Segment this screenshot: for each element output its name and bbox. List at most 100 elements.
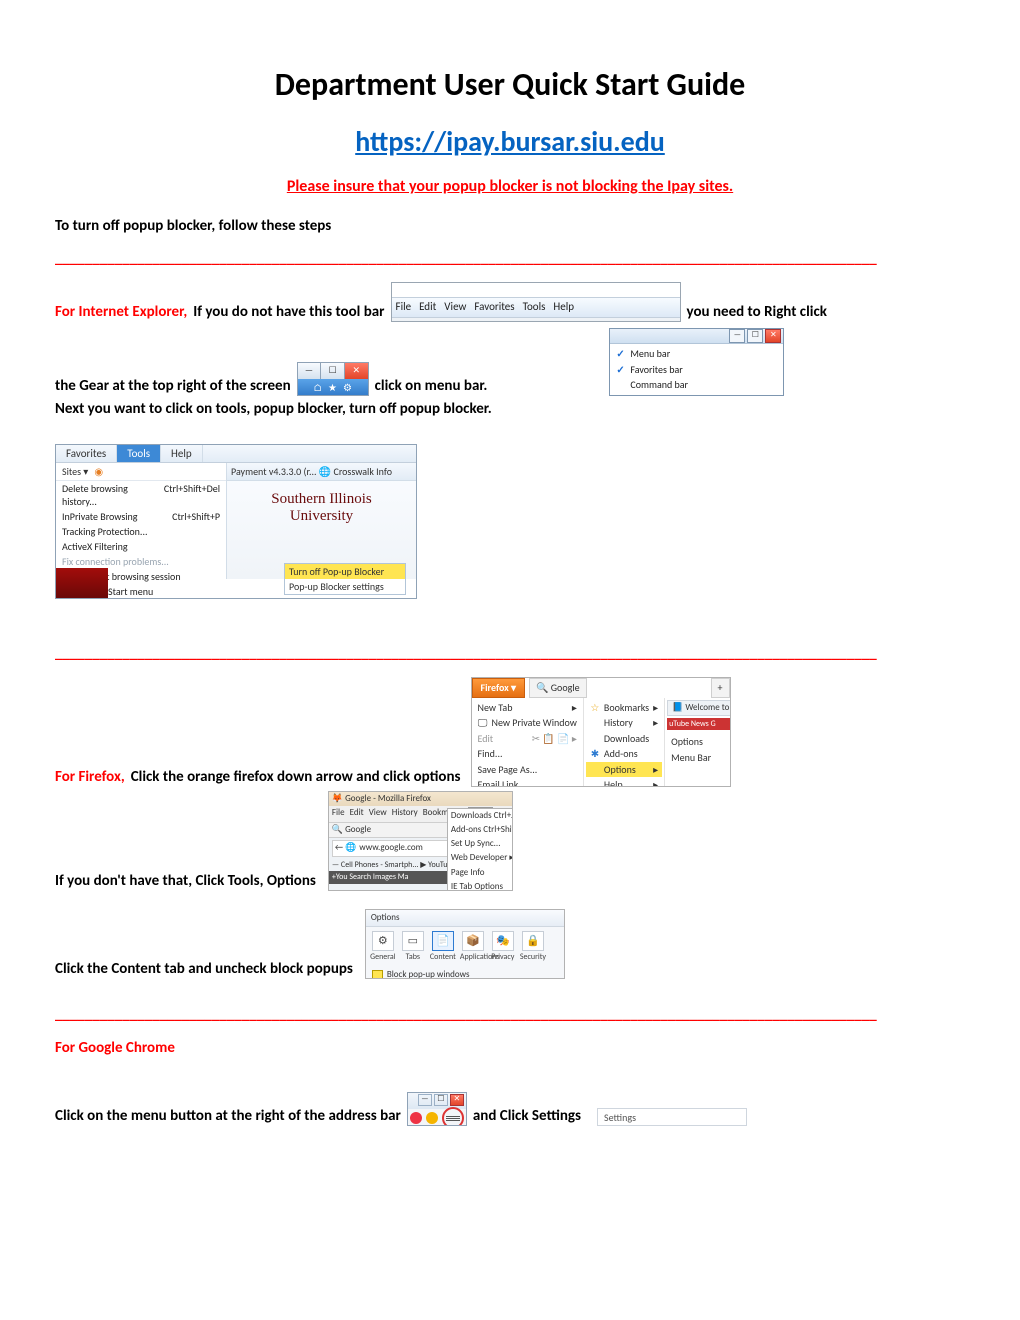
star-icon[interactable]: ★ <box>328 381 337 395</box>
ie-menu-favorites[interactable]: Favorites <box>474 300 514 315</box>
firefox-options-screenshot: Options ⚙General ▭Tabs 📄Content 📦Applica… <box>365 909 565 979</box>
ff-history[interactable]: History▸ <box>586 715 662 731</box>
ff-label: For Firefox, <box>55 767 125 787</box>
close-icon[interactable]: ✕ <box>345 363 368 379</box>
ie-context-menu-screenshot: — ☐ ✕ ✓Menu bar ✓Favorites bar Command b… <box>609 328 784 396</box>
ff-email-link[interactable]: Email Link... <box>474 777 581 787</box>
ie-window-controls-screenshot: — ☐ ✕ ⌂ ★ ⚙ <box>297 362 369 396</box>
close-icon[interactable]: ✕ <box>765 329 781 343</box>
ff-tab-security[interactable]: 🔒Security <box>520 931 546 963</box>
ie-text-3: Next you want to click on tools, popup b… <box>55 399 965 419</box>
ff-help[interactable]: Help▸ <box>586 777 662 787</box>
firefox-tab-google[interactable]: 🔍 Google <box>529 678 587 698</box>
ff-options-side[interactable]: Options <box>667 734 730 750</box>
chrome-menu-screenshot: — ☐ ✕ <box>407 1092 467 1126</box>
turn-off-popup[interactable]: Turn off Pop-up Blocker <box>285 564 405 579</box>
intro-text: To turn off popup blocker, follow these … <box>55 216 965 236</box>
ff-bookmarks[interactable]: ☆Bookmarks▸ <box>586 700 662 716</box>
feed-icon[interactable]: ◉ <box>94 465 103 478</box>
sites-dropdown[interactable]: Sites ▾ <box>62 465 88 478</box>
ff-addons[interactable]: ✱Add-ons <box>586 746 662 762</box>
ie-menu-tools[interactable]: Tools <box>523 300 546 315</box>
ff-new-tab[interactable]: New Tab▸ <box>474 700 581 716</box>
tools-activex[interactable]: ActiveX Filtering <box>56 539 226 554</box>
maximize-icon[interactable]: ☐ <box>747 329 763 343</box>
ie-menu-edit[interactable]: Edit <box>419 300 436 315</box>
divider: ________________________________________… <box>55 1006 965 1024</box>
ff-tab-general[interactable]: ⚙General <box>370 931 396 963</box>
minimize-icon[interactable]: — <box>298 363 322 379</box>
ff-text-2: If you don't have that, Click Tools, Opt… <box>55 871 316 891</box>
minimize-icon[interactable]: — <box>729 329 745 343</box>
ff-mb-edit[interactable]: Edit <box>350 807 364 821</box>
ie-label: For Internet Explorer, <box>55 302 187 322</box>
ff-find[interactable]: Find... <box>474 746 581 762</box>
ff-dd-pageinfo[interactable]: Page Info <box>448 866 513 880</box>
tools-inprivate[interactable]: InPrivate BrowsingCtrl+Shift+P <box>56 509 226 524</box>
ff-mb-file[interactable]: File <box>332 807 345 821</box>
ie-menu-view[interactable]: View <box>444 300 466 315</box>
chrome-settings-item[interactable]: Settings <box>604 1111 636 1125</box>
ie-tools-dropdown-screenshot: Favorites Tools Help Sites ▾ ◉ Delete br… <box>55 444 417 599</box>
ctx-menu-bar[interactable]: ✓Menu bar <box>610 346 783 362</box>
ctx-command-bar[interactable]: Command bar <box>610 377 783 393</box>
ie-menu-help[interactable]: Help <box>553 300 574 315</box>
page-title: Department User Quick Start Guide <box>55 65 965 104</box>
divider: ________________________________________… <box>55 645 965 663</box>
ff-dd-downloads[interactable]: Downloads Ctrl+J <box>448 809 513 823</box>
ff-tab-content[interactable]: 📄Content <box>430 931 456 963</box>
maximize-icon[interactable]: ☐ <box>321 363 345 379</box>
ff-save-page[interactable]: Save Page As... <box>474 762 581 778</box>
ff-window-title: 🦊 Google - Mozilla Firefox <box>329 792 512 806</box>
home-icon[interactable]: ⌂ <box>313 381 322 395</box>
chrome-text-1a: Click on the menu button at the right of… <box>55 1106 401 1126</box>
ff-options[interactable]: Options▸ <box>586 762 662 778</box>
maximize-icon[interactable]: ☐ <box>434 1094 448 1106</box>
ff-text-1: Click the orange firefox down arrow and … <box>131 767 461 787</box>
ff-opts-title: Options <box>366 910 564 927</box>
gear-icon[interactable]: ⚙ <box>343 381 352 395</box>
new-tab-button[interactable]: + <box>711 678 730 698</box>
firefox-tools-screenshot: 🦊 Google - Mozilla Firefox File Edit Vie… <box>328 791 513 891</box>
ie-menu-file[interactable]: File <box>396 300 412 315</box>
ie-right-bar: Payment v4.3.3.0 (r... 🌐 Crosswalk Info <box>227 463 416 481</box>
tools-fix-conn: Fix connection problems... <box>56 554 226 569</box>
ie-text-1b: you need to Right click <box>687 302 827 322</box>
tools-delete-history[interactable]: Delete browsing history...Ctrl+Shift+Del <box>56 481 226 509</box>
divider: ________________________________________… <box>55 250 965 268</box>
ctx-favorites-bar[interactable]: ✓Favorites bar <box>610 362 783 378</box>
ff-dd-webdev[interactable]: Web Developer ▸ <box>448 851 513 865</box>
ff-menubar-side[interactable]: Menu Bar <box>667 750 730 766</box>
ff-fb-tab[interactable]: 📘 Welcome to Faceb <box>667 700 730 716</box>
ff-tab-applications[interactable]: 📦Applications <box>460 931 486 963</box>
ff-red-nav: uTube News G <box>667 718 730 731</box>
ff-dd-sync[interactable]: Set Up Sync... <box>448 837 513 851</box>
ff-new-private[interactable]: 🖵New Private Window <box>474 715 581 731</box>
ff-tab-privacy[interactable]: 🎭Privacy <box>490 931 516 963</box>
ff-mb-history[interactable]: History <box>392 807 418 821</box>
firefox-menu-screenshot: Firefox ▾ 🔍 Google + New Tab▸ 🖵New Priva… <box>471 677 731 787</box>
ff-edit[interactable]: Edit✂ 📋 📄 ▸ <box>474 731 581 747</box>
popup-settings[interactable]: Pop-up Blocker settings <box>285 579 405 594</box>
close-icon[interactable]: ✕ <box>450 1094 464 1106</box>
hamburger-menu-icon[interactable] <box>442 1107 464 1126</box>
popup-submenu: Turn off Pop-up Blocker Pop-up Blocker s… <box>284 563 406 595</box>
block-popups-checkbox[interactable]: Block pop-up windows <box>366 967 564 979</box>
ff-mb-view[interactable]: View <box>369 807 387 821</box>
minimize-icon[interactable]: — <box>418 1094 432 1106</box>
ie-text-2a: the Gear at the top right of the screen <box>55 376 291 396</box>
tools-tracking[interactable]: Tracking Protection... <box>56 524 226 539</box>
ff-tab-tabs[interactable]: ▭Tabs <box>400 931 426 963</box>
ff-dd-ietab[interactable]: IE Tab Options <box>448 880 513 891</box>
firefox-button[interactable]: Firefox ▾ <box>472 678 526 698</box>
ie-tab-tools[interactable]: Tools <box>117 445 161 462</box>
ff-dd-addons[interactable]: Add-ons Ctrl+Shift+A <box>448 823 513 837</box>
yellow-dot-icon <box>426 1112 438 1124</box>
warning-text: Please insure that your popup blocker is… <box>55 177 965 196</box>
red-dot-icon <box>410 1112 422 1124</box>
red-band <box>56 568 108 598</box>
ie-tab-help[interactable]: Help <box>161 445 203 462</box>
ff-downloads[interactable]: Downloads <box>586 731 662 747</box>
main-url-link[interactable]: https://ipay.bursar.siu.edu <box>355 124 665 159</box>
ie-tab-favorites[interactable]: Favorites <box>56 445 117 462</box>
